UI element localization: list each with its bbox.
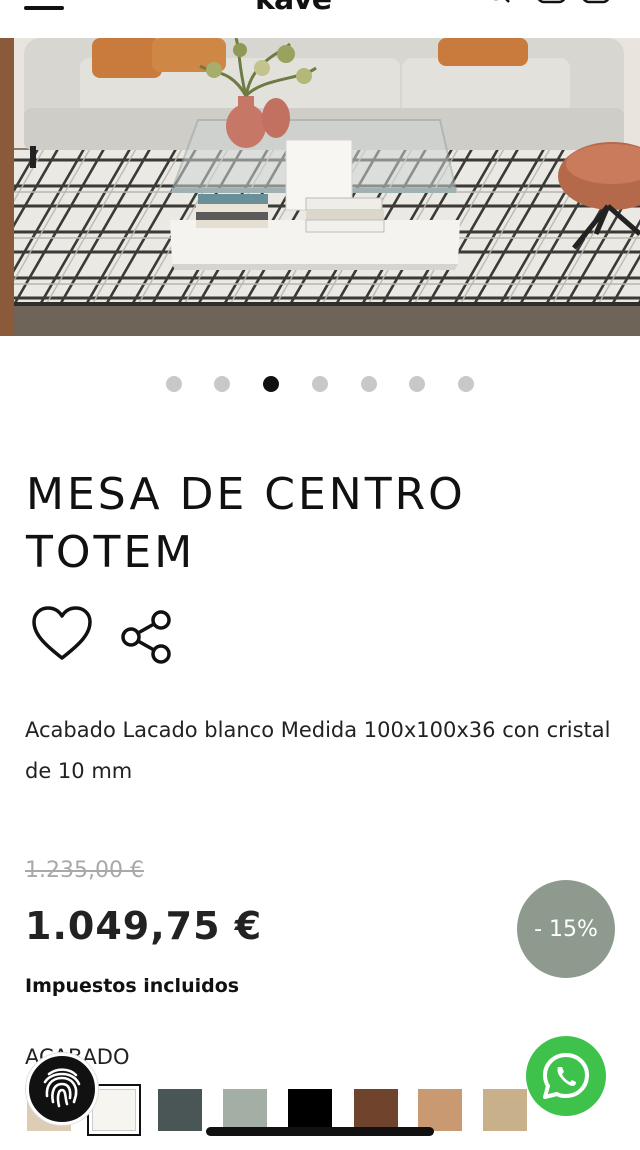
- product-description: Acabado Lacado blanco Medida 100x100x36 …: [25, 718, 611, 783]
- gallery-dot[interactable]: [458, 376, 474, 392]
- finish-swatch[interactable]: [288, 1089, 332, 1131]
- whatsapp-icon: [543, 1053, 589, 1099]
- tax-note: Impuestos incluidos: [25, 975, 240, 997]
- product-title: MESA DE CENTRO TOTEM: [26, 469, 466, 578]
- gallery-dot[interactable]: [409, 376, 425, 392]
- gallery-dot[interactable]: [361, 376, 377, 392]
- gallery-dot[interactable]: [214, 376, 230, 392]
- gallery-dot[interactable]: [312, 376, 328, 392]
- cart-icon[interactable]: [580, 0, 612, 6]
- finish-swatch[interactable]: [223, 1089, 267, 1131]
- accessibility-button[interactable]: [26, 1053, 98, 1125]
- gallery-dot[interactable]: [166, 376, 182, 392]
- finish-swatch[interactable]: [418, 1089, 462, 1131]
- gallery-pagination: [0, 376, 640, 394]
- share-icon: [121, 610, 171, 664]
- product-image[interactable]: [0, 38, 640, 336]
- gallery-dot-active[interactable]: [263, 376, 279, 392]
- top-bar: kave: [0, 0, 640, 38]
- location-icon[interactable]: [424, 0, 444, 4]
- user-icon[interactable]: [536, 0, 568, 6]
- favorite-button[interactable]: [30, 604, 94, 664]
- finish-swatch[interactable]: [158, 1089, 202, 1131]
- share-button[interactable]: [118, 608, 176, 666]
- heart-icon: [32, 606, 92, 660]
- finish-swatch-selected[interactable]: [87, 1084, 141, 1136]
- brand-logo[interactable]: kave: [255, 0, 332, 17]
- menu-icon[interactable]: [24, 0, 64, 14]
- whatsapp-button[interactable]: [526, 1036, 606, 1116]
- fingerprint-icon: [43, 1068, 81, 1108]
- original-price: 1.235,00 €: [25, 858, 144, 883]
- search-icon[interactable]: [486, 0, 512, 6]
- discount-badge: - 15%: [517, 880, 615, 978]
- sale-price: 1.049,75 €: [25, 904, 263, 948]
- finish-swatch[interactable]: [354, 1089, 398, 1131]
- finish-swatch[interactable]: [483, 1089, 527, 1131]
- home-indicator: [206, 1127, 434, 1136]
